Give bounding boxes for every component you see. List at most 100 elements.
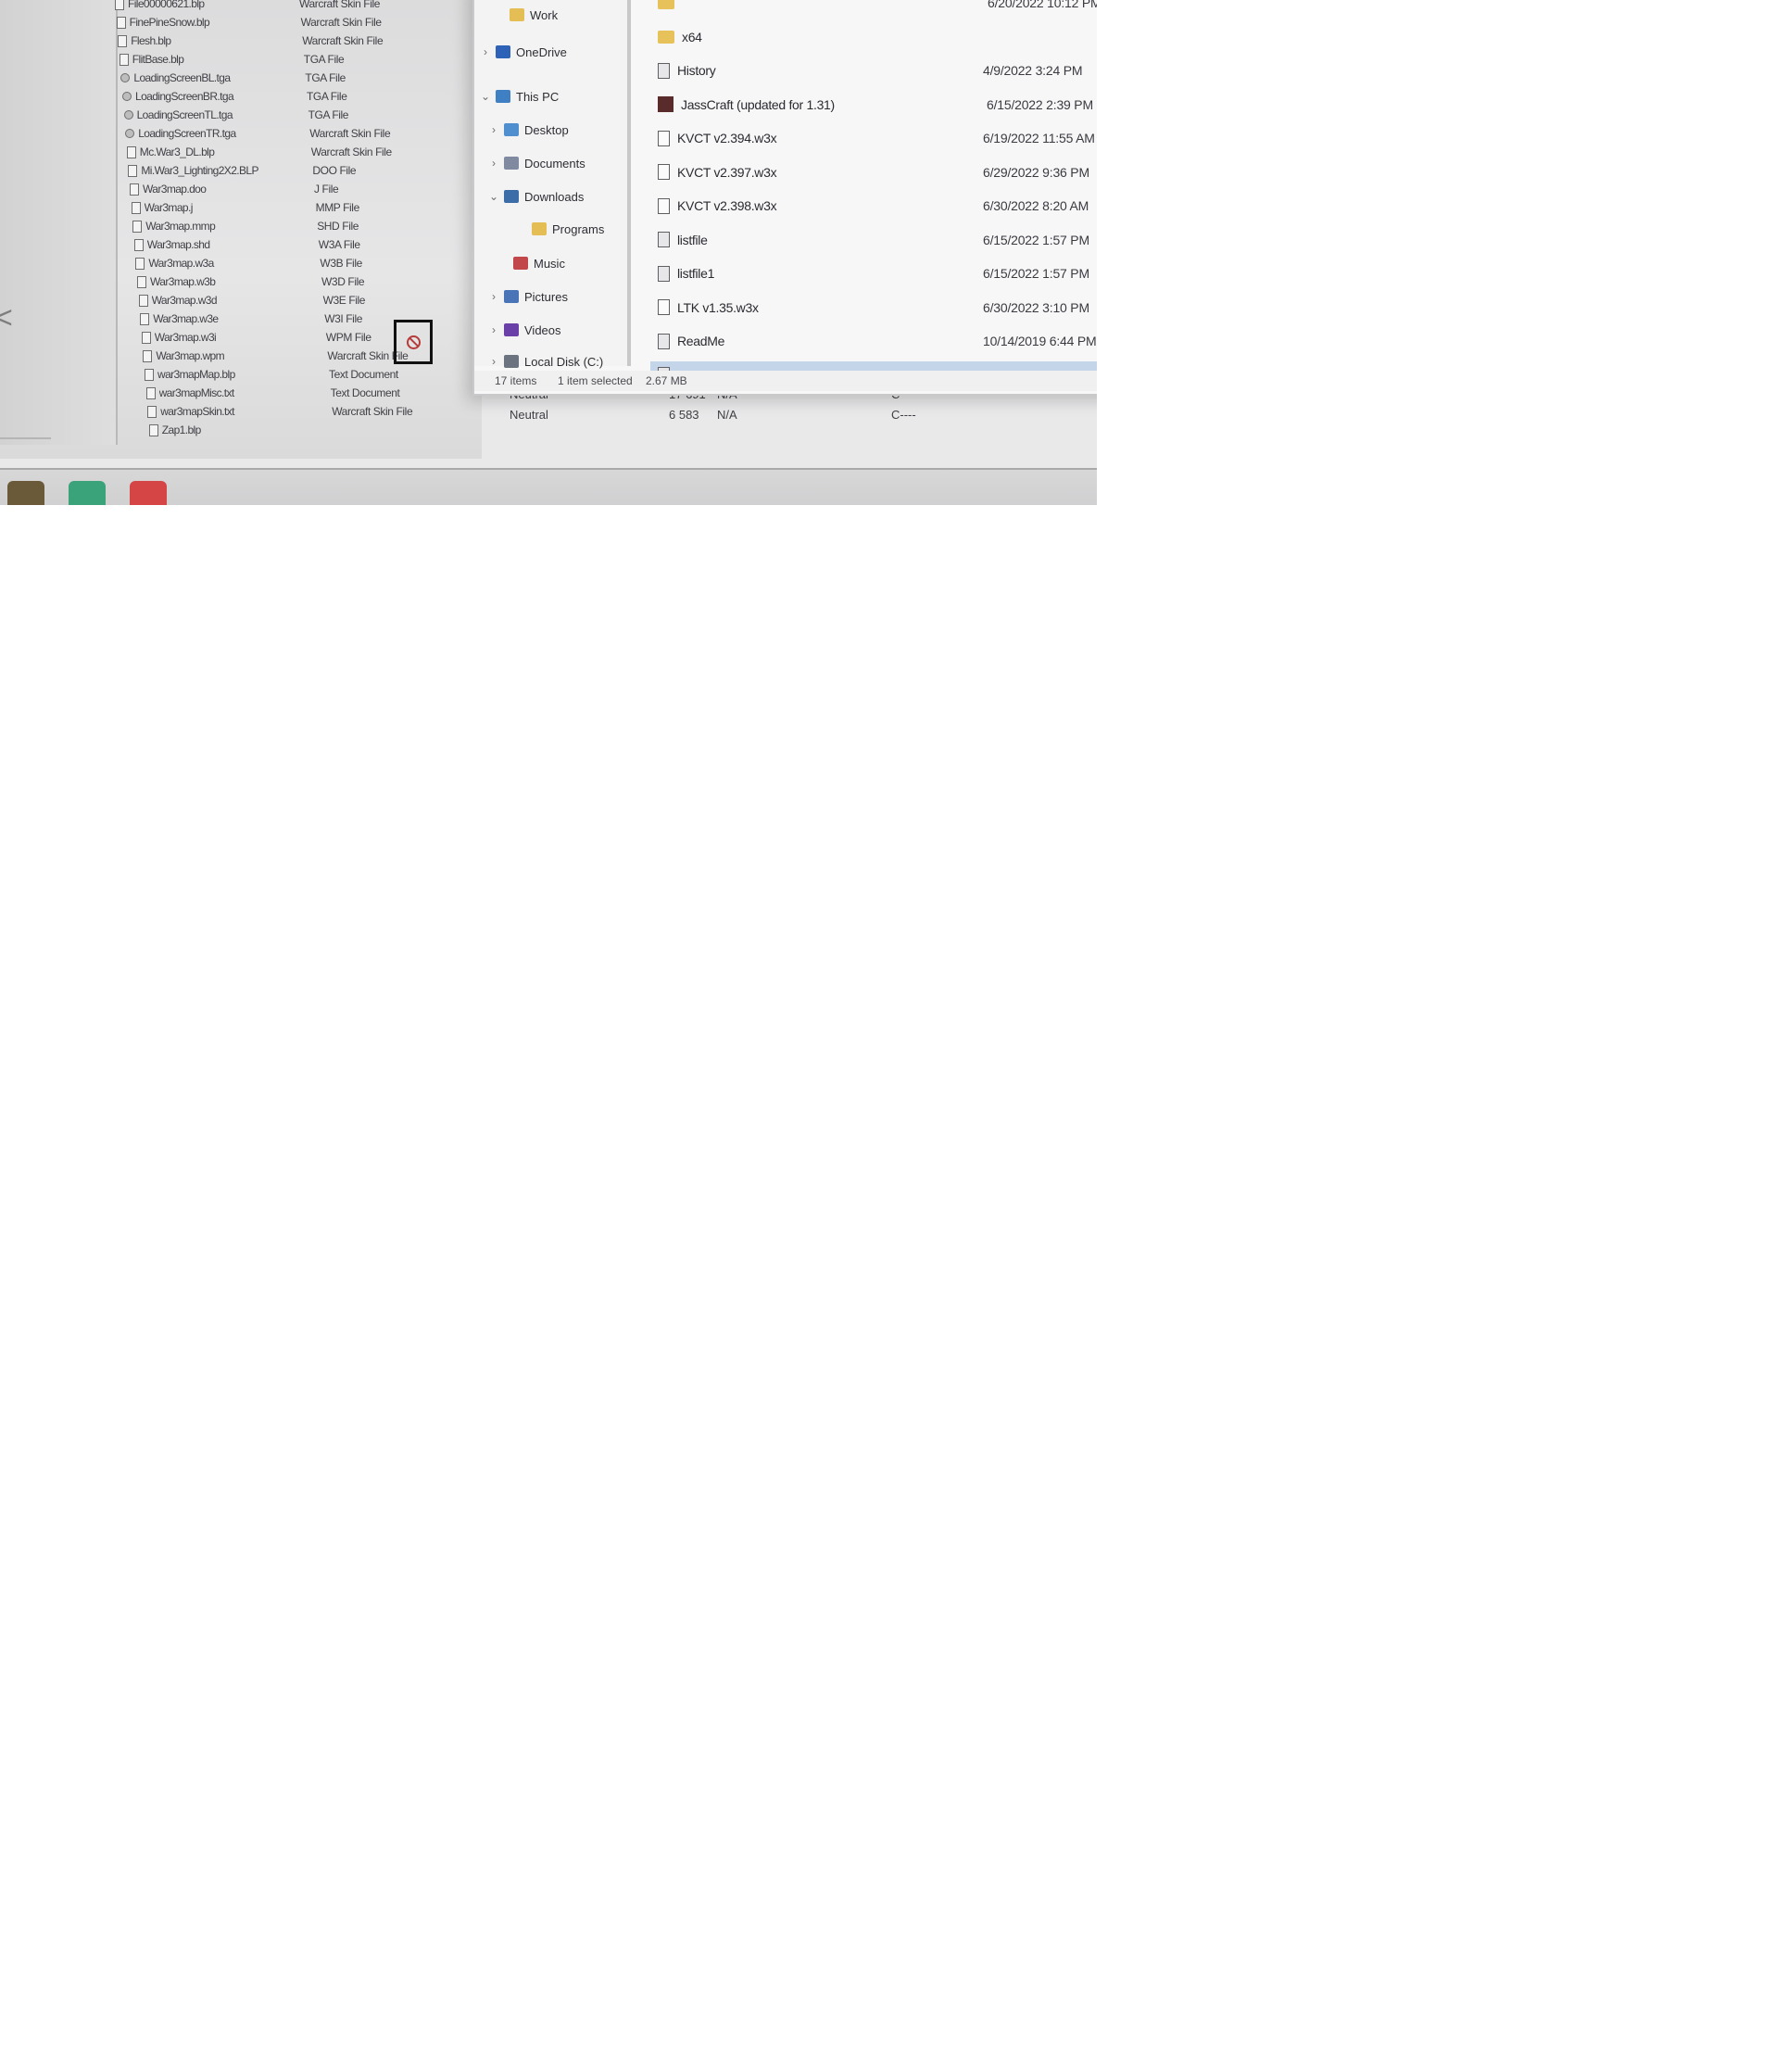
- chevron-icon[interactable]: ›: [487, 123, 500, 136]
- nav-item-music[interactable]: Music: [497, 252, 565, 274]
- status-selected-size: 2.67 MB: [646, 374, 687, 387]
- chevron-icon[interactable]: ⌄: [479, 90, 492, 103]
- list-item[interactable]: War3map.w3d W3E File: [138, 291, 482, 310]
- back-chevron-icon[interactable]: <: [0, 300, 13, 336]
- list-item[interactable]: LoadingScreenTL.tga TGA File: [123, 106, 467, 124]
- list-item[interactable]: Mc.War3_DL.blp Warcraft Skin File: [126, 143, 470, 161]
- folder-icon: [658, 30, 674, 44]
- list-item[interactable]: war3mapSkin.txt Warcraft Skin File: [147, 402, 490, 421]
- photo-frame: < File00000621.blp Warcraft Skin File Fine…: [0, 0, 1097, 505]
- file-icon: [141, 331, 151, 344]
- chevron-icon[interactable]: ›: [479, 45, 492, 58]
- file-row[interactable]: ReadMe 10/14/2019 6:44 PM: [650, 327, 1097, 355]
- file-date: 6/20/2022 10:12 PM: [988, 0, 1097, 10]
- list-item[interactable]: War3map.mmp SHD File: [132, 217, 475, 235]
- file-row[interactable]: KVCT v2.394.w3x 6/19/2022 11:55 AM: [650, 124, 1097, 152]
- file-type: MMP File: [315, 201, 360, 214]
- file-name: listfile1: [677, 266, 715, 281]
- chevron-icon[interactable]: ›: [487, 355, 500, 368]
- list-item[interactable]: War3map.w3a W3B File: [135, 254, 478, 272]
- list-item[interactable]: Zap1.blp: [148, 421, 492, 439]
- list-item[interactable]: File00000621.blp Warcraft Skin File: [115, 0, 458, 13]
- nav-item-local-disk-c[interactable]: › Local Disk (C:): [487, 350, 603, 373]
- owner-cell: Neutral: [510, 408, 548, 422]
- file-icon: [658, 299, 670, 315]
- size-cell: 6 583: [669, 408, 699, 422]
- list-item[interactable]: LoadingScreenBR.tga TGA File: [122, 87, 465, 106]
- file-type: TGA File: [308, 108, 349, 121]
- file-icon: [145, 386, 156, 399]
- nav-item-videos[interactable]: › Videos: [487, 319, 561, 341]
- file-icon: [658, 62, 670, 79]
- file-row[interactable]: KVCT v2.397.w3x 6/29/2022 9:36 PM: [650, 158, 1097, 186]
- list-item[interactable]: War3map.w3i WPM File: [141, 328, 485, 347]
- file-date: 10/14/2019 6:44 PM: [983, 334, 1097, 348]
- drive-icon: [504, 355, 519, 368]
- nav-item-desktop[interactable]: › Desktop: [487, 119, 569, 141]
- file-icon: [119, 53, 129, 66]
- list-item[interactable]: war3mapMisc.txt Text Document: [145, 384, 489, 402]
- file-name: KVCT v2.398.w3x: [677, 198, 777, 213]
- file-icon: [135, 257, 145, 270]
- file-name: War3map.w3b: [150, 275, 216, 288]
- list-item[interactable]: War3map.j MMP File: [131, 198, 474, 217]
- nav-label: Documents: [524, 156, 585, 171]
- tga-icon: [123, 110, 133, 120]
- file-row[interactable]: x64: [650, 23, 1097, 51]
- list-item[interactable]: War3map.shd W3A File: [133, 235, 477, 254]
- list-item[interactable]: War3map.wpm Warcraft Skin File: [143, 347, 485, 365]
- file-type: TGA File: [305, 71, 346, 84]
- navigation-pane: Work › OneDrive ⌄ This PC › Desktop › Documents ⌄…: [474, 0, 631, 369]
- file-type: TGA File: [303, 53, 345, 66]
- list-item[interactable]: FinePineSnow.blp Warcraft Skin File: [116, 13, 459, 32]
- file-row[interactable]: JassCraft (updated for 1.31) 6/15/2022 2:…: [650, 91, 1097, 119]
- file-row[interactable]: LTK v1.35.w3x 6/30/2022 3:10 PM: [650, 294, 1097, 322]
- list-item[interactable]: Flesh.blp Warcraft Skin File: [118, 32, 460, 50]
- file-type: TGA File: [307, 90, 347, 103]
- highlight-box[interactable]: [394, 320, 433, 364]
- nav-item-onedrive[interactable]: › OneDrive: [479, 41, 567, 63]
- status-item-count: 17 items: [495, 374, 537, 387]
- nav-item-downloads[interactable]: ⌄ Downloads: [487, 185, 584, 208]
- file-icon: [658, 130, 670, 146]
- list-item[interactable]: war3mapMap.blp Text Document: [145, 365, 487, 384]
- file-row[interactable]: listfile 6/15/2022 1:57 PM: [650, 226, 1097, 254]
- file-name: War3map.doo: [143, 183, 207, 196]
- app-icon[interactable]: [130, 481, 167, 505]
- nav-item-programs[interactable]: Programs: [515, 218, 604, 240]
- list-item[interactable]: LoadingScreenTR.tga Warcraft Skin File: [125, 124, 468, 143]
- chevron-icon[interactable]: ›: [487, 290, 500, 303]
- nav-label: Music: [534, 256, 565, 271]
- chevron-icon[interactable]: ›: [487, 323, 500, 336]
- app-icon[interactable]: [69, 481, 106, 505]
- file-name: war3mapMap.blp: [157, 368, 235, 381]
- list-item[interactable]: Mi.War3_Lighting2X2.BLP DOO File: [128, 161, 471, 180]
- chevron-icon[interactable]: ⌄: [487, 190, 500, 203]
- file-type: Warcraft Skin File: [310, 145, 392, 158]
- file-row[interactable]: listfile1 6/15/2022 1:57 PM: [650, 259, 1097, 287]
- list-item[interactable]: War3map.doo J File: [130, 180, 472, 198]
- chevron-icon[interactable]: ›: [487, 157, 500, 170]
- nav-item-this-pc[interactable]: ⌄ This PC: [479, 85, 559, 107]
- file-name: War3map.mmp: [145, 220, 216, 233]
- file-icon: [143, 349, 153, 362]
- list-item[interactable]: War3map.w3b W3D File: [137, 272, 480, 291]
- file-name: x64: [682, 29, 702, 44]
- file-icon: [137, 275, 146, 288]
- file-row[interactable]: KVCT v2.398.w3x 6/30/2022 8:20 AM: [650, 192, 1097, 220]
- nav-item-documents[interactable]: › Documents: [487, 152, 585, 174]
- file-name: FlitBase.blp: [132, 53, 184, 66]
- list-item[interactable]: LoadingScreenBL.tga TGA File: [120, 69, 463, 87]
- file-icon: [132, 220, 143, 233]
- file-name: FinePineSnow.blp: [129, 16, 210, 29]
- folder-icon: [510, 8, 524, 21]
- file-name: KVCT v2.397.w3x: [677, 164, 777, 180]
- list-item[interactable]: FlitBase.blp TGA File: [119, 50, 462, 69]
- nav-item-work[interactable]: Work: [493, 4, 558, 26]
- file-type: Warcraft Skin File: [299, 0, 381, 10]
- file-row[interactable]: 6/20/2022 10:12 PM: [650, 0, 1097, 17]
- app-icon[interactable]: [7, 481, 44, 505]
- file-icon: [131, 201, 141, 214]
- nav-item-pictures[interactable]: › Pictures: [487, 285, 568, 308]
- file-row[interactable]: History 4/9/2022 3:24 PM: [650, 57, 1097, 84]
